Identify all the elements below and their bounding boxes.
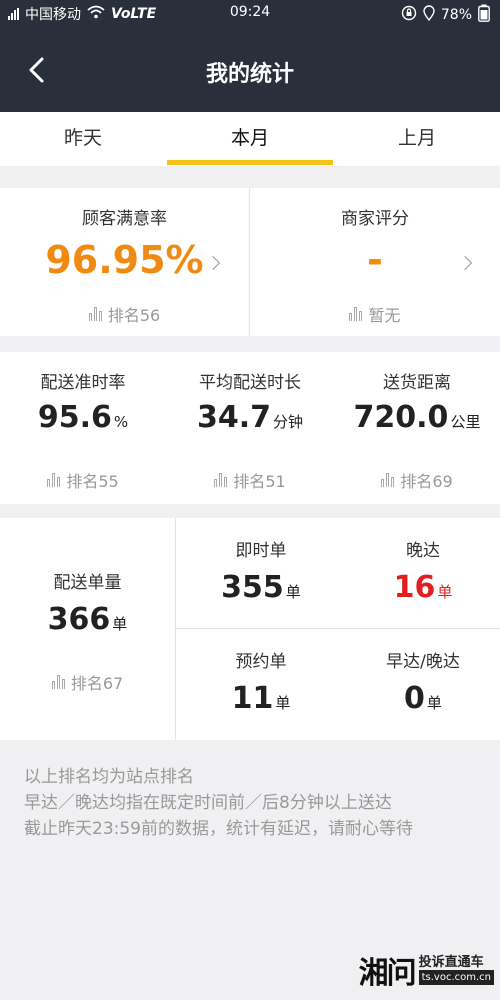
watermark-url: ts.voc.com.cn (418, 970, 494, 985)
metric-label: 送货距离 (383, 373, 451, 393)
metric-rank: 排名69 (334, 468, 500, 492)
reserved-orders-value: 11 (231, 681, 274, 716)
app-header: 我的统计 (0, 28, 500, 112)
metric-unit: 公里 (450, 413, 481, 431)
footnote: 早达／晚达均指在既定时间前／后8分钟以上送达 (24, 793, 392, 813)
metric-value-row: 95.6% (0, 400, 166, 435)
metric-value: 95.6 (37, 400, 112, 435)
metric-on-time-rate: 配送准时率 95.6% 排名55 (0, 352, 166, 504)
status-bar: 中国移动 VoLTE 09:24 78% (0, 0, 500, 28)
late-orders-value: 16 (393, 570, 436, 605)
merchant-rating-rank-text: 暂无 (368, 306, 401, 325)
metric-rank-text: 排名55 (66, 472, 119, 491)
satisfaction-rank: 排名56 (0, 302, 249, 326)
total-orders-value: 366 (47, 602, 111, 637)
location-icon (423, 5, 435, 25)
bar-chart-icon (88, 307, 102, 321)
watermark-logo: 湘问 (358, 956, 417, 991)
metric-rank: 排名55 (0, 468, 166, 492)
total-orders-label: 配送单量 (53, 573, 122, 593)
footnote: 以上排名均为站点排名 (24, 767, 194, 787)
tab-this-month[interactable]: 本月 (167, 112, 333, 166)
active-tab-indicator (167, 160, 333, 165)
reserved-orders-cell: 预约单 11 单 (176, 629, 346, 740)
metric-label: 平均配送时长 (199, 373, 301, 393)
merchant-rating-panel[interactable]: 商家评分 - 暂无 (250, 188, 500, 336)
instant-orders-unit: 单 (285, 583, 301, 601)
battery-level: 78% (440, 7, 472, 23)
total-orders-unit: 单 (112, 615, 128, 633)
reserved-orders-label: 预约单 (235, 652, 287, 672)
watermark-text-block: 投诉直通车 ts.voc.com.cn (418, 955, 494, 985)
total-orders-value-row: 366 单 (0, 602, 175, 637)
metric-rank: 排名51 (166, 468, 334, 492)
instant-orders-label: 即时单 (235, 541, 287, 561)
order-count-card: 配送单量 366 单 排名67 即时单 355 单 晚达 16 单 预约单 11 单 早… (0, 518, 500, 740)
merchant-rating-rank: 暂无 (250, 302, 500, 326)
instant-orders-value: 355 (221, 570, 284, 605)
late-orders-value-row: 16 单 (346, 570, 500, 605)
instant-orders-value-row: 355 单 (176, 570, 346, 605)
metric-rank-text: 排名69 (400, 472, 453, 491)
watermark: 湘问 投诉直通车 ts.voc.com.cn (359, 948, 494, 992)
metric-unit: % (113, 413, 129, 431)
metric-delivery-distance: 送货距离 720.0 公里 排名69 (334, 352, 500, 504)
period-tabs: 昨天 本月 上月 (0, 112, 500, 166)
early-late-orders-cell: 早达/晚达 0单 (346, 629, 500, 740)
bar-chart-icon (214, 473, 228, 487)
metric-value-row: 34.7 分钟 (166, 400, 334, 435)
metric-rank-text: 排名51 (233, 472, 286, 491)
lock-rotation-icon (401, 5, 417, 25)
delivery-metrics-card: 配送准时率 95.6% 排名55 平均配送时长 34.7 分钟 排名51 送货距离… (0, 352, 500, 504)
bar-chart-icon (51, 675, 65, 689)
status-right: 78% (401, 4, 490, 26)
metric-label: 配送准时率 (40, 373, 126, 393)
metric-value-row: 720.0 公里 (334, 400, 500, 435)
satisfaction-label: 顾客满意率 (82, 209, 167, 229)
tab-last-month[interactable]: 上月 (334, 112, 500, 166)
late-orders-unit: 单 (437, 583, 453, 601)
footnote: 截止昨天23:59前的数据，统计有延迟，请耐心等待 (24, 819, 413, 839)
early-late-orders-value-row: 0单 (346, 681, 500, 716)
reserved-orders-value-row: 11 单 (176, 681, 346, 716)
bar-chart-icon (47, 473, 61, 487)
instant-orders-cell: 即时单 355 单 (176, 518, 346, 628)
early-late-orders-unit: 单 (426, 694, 442, 712)
page-title: 我的统计 (205, 62, 294, 87)
early-late-orders-value: 0 (404, 681, 425, 716)
total-orders-panel: 配送单量 366 单 排名67 (0, 518, 175, 740)
metric-unit: 分钟 (273, 413, 304, 431)
rating-card: 顾客满意率 96.95% 排名56 商家评分 - 暂无 (0, 188, 500, 336)
bar-chart-icon (381, 473, 395, 487)
satisfaction-panel[interactable]: 顾客满意率 96.95% 排名56 (0, 188, 249, 336)
merchant-rating-label: 商家评分 (341, 209, 409, 229)
bar-chart-icon (349, 307, 363, 321)
satisfaction-rank-text: 排名56 (107, 306, 161, 325)
total-orders-rank-text: 排名67 (70, 674, 124, 693)
early-late-orders-label: 早达/晚达 (386, 652, 460, 672)
metric-value: 34.7 (196, 400, 271, 435)
tab-yesterday[interactable]: 昨天 (0, 112, 166, 166)
late-orders-cell: 晚达 16 单 (346, 518, 500, 628)
battery-icon (478, 4, 490, 26)
reserved-orders-unit: 单 (275, 694, 291, 712)
metric-avg-delivery-time: 平均配送时长 34.7 分钟 排名51 (166, 352, 334, 504)
late-orders-label: 晚达 (406, 541, 440, 561)
footnotes: 以上排名均为站点排名 早达／晚达均指在既定时间前／后8分钟以上送达 截止昨天23… (24, 764, 413, 842)
total-orders-rank: 排名67 (0, 670, 175, 694)
watermark-text: 投诉直通车 (418, 955, 484, 970)
metric-value: 720.0 (353, 400, 449, 435)
